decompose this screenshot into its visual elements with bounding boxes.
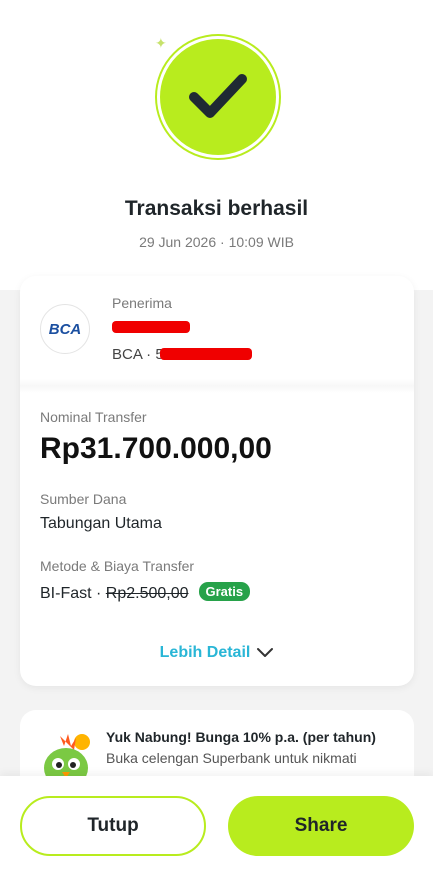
free-badge: Gratis: [198, 582, 251, 601]
success-check-icon: [157, 36, 279, 158]
method-label: Metode & Biaya Transfer: [40, 558, 195, 574]
transaction-datetime: 29 Jun 2026 · 10:09 WIB: [139, 234, 294, 250]
sparkle-icon: ✦: [155, 35, 167, 51]
method-value: BI-Fast · Rp2.500,00 Gratis: [40, 582, 251, 603]
close-button[interactable]: Tutup: [20, 796, 206, 856]
card-divider: [20, 379, 414, 393]
bank-logo: BCA: [40, 304, 90, 354]
source-label: Sumber Dana: [40, 491, 127, 507]
more-detail-label: Lebih Detail: [159, 644, 251, 661]
method-name: BI-Fast ·: [40, 585, 106, 602]
share-button[interactable]: Share: [228, 796, 414, 856]
promo-title: Yuk Nabung! Bunga 10% p.a. (per tahun): [106, 729, 376, 745]
transfer-amount: Rp31.700.000,00: [40, 432, 272, 465]
redacted-recipient-name: [112, 321, 190, 333]
chevron-down-icon: [256, 646, 274, 664]
transaction-card: BCA Penerima BCA · 5 Nominal Transfer Rp…: [20, 276, 414, 686]
source-value: Tabungan Utama: [40, 515, 162, 532]
more-detail-link[interactable]: Lebih Detail: [20, 644, 414, 664]
redacted-account-number: [160, 348, 252, 360]
status-header: ✦ Transaksi berhasil 29 Jun 2026 · 10:09…: [0, 0, 433, 290]
amount-label: Nominal Transfer: [40, 409, 147, 425]
bank-logo-text: BCA: [48, 320, 82, 338]
recipient-bank-account: BCA · 5: [112, 346, 164, 363]
page-title: Transaksi berhasil: [124, 197, 309, 220]
recipient-label: Penerima: [112, 295, 172, 311]
promo-description: Buka celengan Superbank untuk nikmati: [106, 750, 357, 766]
original-fee: Rp2.500,00: [105, 585, 189, 602]
bottom-action-bar: Tutup Share: [0, 776, 433, 880]
